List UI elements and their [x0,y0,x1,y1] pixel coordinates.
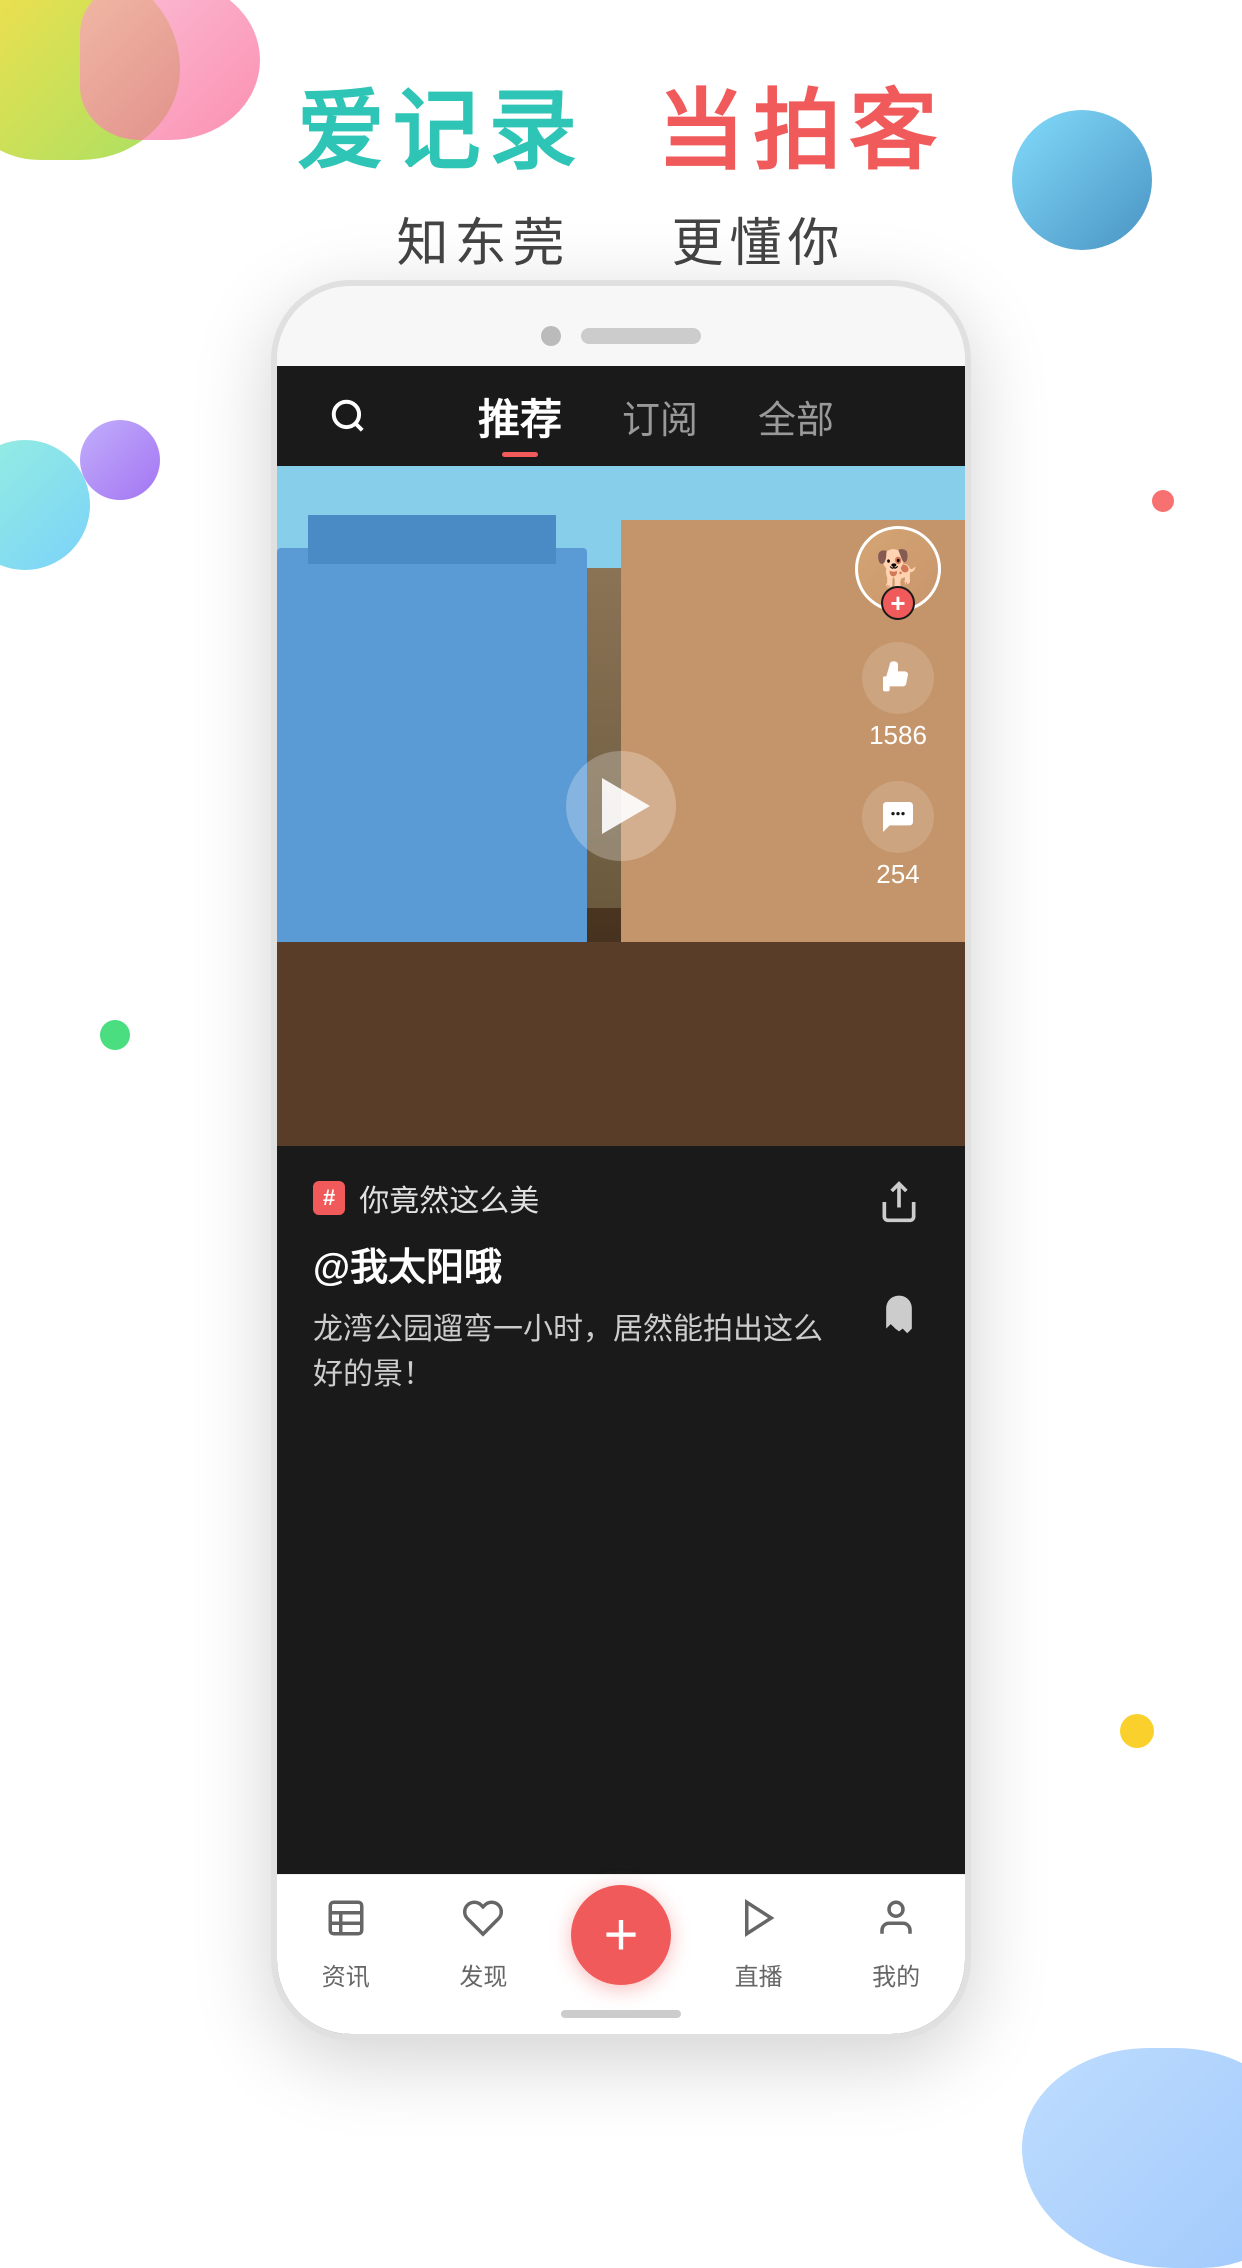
bg-decoration-blue-left [0,440,90,570]
tab-mine[interactable]: 我的 [827,1897,965,1992]
discover-icon [462,1897,504,1949]
tab-recommended[interactable]: 推荐 [478,386,562,447]
avatar-emoji: 🐕 [876,548,921,590]
user-mention[interactable]: @我太阳哦 [313,1236,929,1291]
header-subtitle: 知东莞 更懂你 [0,201,1242,276]
like-count: 1586 [869,720,927,751]
nav-bar: 推荐 订阅 全部 [277,366,965,466]
video-ground [277,942,965,1146]
header-part2: 当拍客 [657,81,945,180]
header-part1: 爱记录 [297,81,585,180]
header-sub-part1: 知东莞 [397,215,571,273]
tab-add[interactable]: + [552,1905,690,1985]
bg-decoration-yellow-dot [1120,1714,1154,1748]
content-area: # 你竟然这么美 @我太阳哦 龙湾公园遛弯一小时，居然能拍出这么好的景！ [277,1146,965,1427]
tab-subscribed[interactable]: 订阅 [622,389,698,444]
tab-discover[interactable]: 发现 [415,1897,553,1992]
phone-home-indicator [561,2010,681,2018]
ghost-button[interactable] [863,1278,935,1350]
bg-decoration-purple [80,420,160,500]
tab-news[interactable]: 资讯 [277,1897,415,1992]
play-triangle-icon [602,778,650,834]
user-avatar-container: 🐕 + [855,526,941,612]
tab-news-label: 资讯 [322,1957,370,1992]
like-button[interactable]: 1586 [862,642,934,751]
hashtag-row: # 你竟然这么美 [313,1176,929,1220]
phone-top-bar [277,286,965,366]
phone-mockup: 推荐 订阅 全部 🐕 [271,280,971,2040]
video-building-left [277,548,587,956]
like-icon [862,642,934,714]
mine-icon [875,1897,917,1949]
bg-decoration-red-dot [1152,490,1174,512]
video-area: 🐕 + 1586 [277,466,965,1146]
bg-decoration-green-dot [100,1020,130,1050]
add-button[interactable]: + [571,1885,671,1985]
comment-button[interactable]: 254 [862,781,934,890]
news-icon [325,1897,367,1949]
phone-camera [541,326,561,346]
phone-speaker [581,328,701,344]
tab-mine-label: 我的 [872,1957,920,1992]
play-button[interactable] [566,751,676,861]
search-button[interactable] [313,397,383,435]
hashtag-badge: # [313,1181,345,1215]
hashtag-text[interactable]: 你竟然这么美 [359,1176,539,1220]
nav-tabs: 推荐 订阅 全部 [383,386,929,447]
app-content: 推荐 订阅 全部 🐕 [277,366,965,2034]
tab-discover-label: 发现 [459,1957,507,1992]
header-sub-part2: 更懂你 [671,215,845,273]
share-button[interactable] [863,1166,935,1238]
content-right-actions [863,1166,935,1350]
header-section: 爱记录 当拍客 知东莞 更懂你 [0,60,1242,276]
action-buttons: 🐕 + 1586 [855,526,941,890]
live-icon [738,1897,780,1949]
tab-live-label: 直播 [735,1957,783,1992]
comment-icon [862,781,934,853]
bg-decoration-blue-bottom [1022,2048,1242,2268]
follow-button[interactable]: + [881,586,915,620]
comment-count: 254 [876,859,919,890]
header-main-title: 爱记录 当拍客 [0,60,1242,187]
tab-all[interactable]: 全部 [758,389,834,444]
tab-live[interactable]: 直播 [690,1897,828,1992]
video-description: 龙湾公园遛弯一小时，居然能拍出这么好的景！ [313,1307,929,1397]
